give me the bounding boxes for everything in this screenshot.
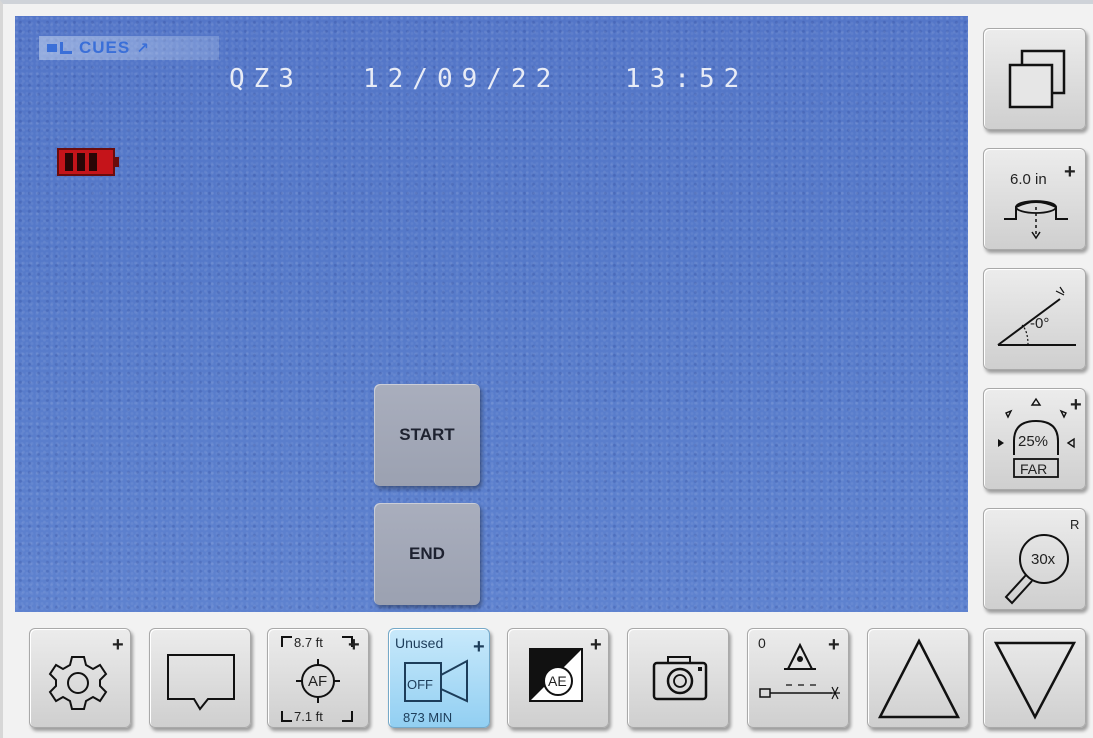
comment-bubble-icon [167, 654, 235, 711]
osd-date: 12/09/22 [363, 64, 561, 94]
zoom-button[interactable]: 30x R [983, 508, 1086, 610]
exposure-plus: + [590, 634, 602, 656]
app-frame: CUES ↗ QZ3 12/09/22 13:52 START END 6.0 … [0, 0, 1093, 738]
tilt-down-button[interactable] [983, 628, 1086, 728]
arrow-icon: ↗ [136, 40, 150, 57]
laser-zero: 0 [758, 635, 766, 651]
light-button[interactable]: 25% FAR + [983, 388, 1086, 490]
battery-icon [57, 148, 119, 176]
exposure-label: AE [548, 673, 567, 689]
record-state: OFF [407, 677, 433, 692]
incline-value: -0° [1030, 315, 1050, 332]
pipe-size-icon [1004, 200, 1068, 240]
tilt-up-button[interactable] [867, 628, 969, 728]
windows-button[interactable] [983, 28, 1086, 130]
comment-button[interactable] [149, 628, 251, 728]
end-button[interactable]: END [374, 503, 480, 605]
laser-plus: + [828, 634, 840, 656]
camera-id: QZ3 [229, 64, 303, 94]
focus-plus: + [348, 634, 360, 656]
photo-camera-icon [652, 656, 708, 701]
exposure-button[interactable]: AE + [507, 628, 609, 728]
cues-mark-icon [47, 42, 73, 54]
laser-measure-button[interactable]: 0 + [747, 628, 849, 728]
camera-viewport: CUES ↗ QZ3 12/09/22 13:52 [15, 16, 968, 612]
focus-label: AF [308, 673, 328, 690]
light-mode: FAR [1020, 461, 1048, 477]
settings-button[interactable]: + [29, 628, 131, 728]
light-value: 25% [1018, 433, 1049, 450]
snapshot-button[interactable] [627, 628, 729, 728]
cues-logo-text: CUES [79, 38, 131, 57]
windows-icon [1008, 49, 1066, 109]
cues-logo: CUES ↗ [39, 36, 219, 60]
triangle-down-icon [993, 641, 1077, 720]
focus-near: 7.1 ft [294, 709, 323, 724]
start-button[interactable]: START [374, 384, 480, 486]
triangle-up-icon [877, 638, 961, 719]
light-plus: + [1070, 394, 1082, 416]
record-remaining: 873 MIN [403, 710, 453, 725]
zoom-reset: R [1070, 517, 1080, 532]
incline-button[interactable]: -0° [983, 268, 1086, 370]
settings-plus: + [112, 634, 124, 656]
record-button[interactable]: Unused + OFF 873 MIN [388, 628, 490, 728]
focus-far: 8.7 ft [294, 635, 323, 650]
osd-time: 13:52 [625, 64, 749, 94]
zoom-value: 30x [1031, 551, 1056, 568]
autofocus-button[interactable]: 8.7 ft + AF 7.1 ft [267, 628, 369, 728]
pipe-size-button[interactable]: 6.0 in + [983, 148, 1086, 250]
